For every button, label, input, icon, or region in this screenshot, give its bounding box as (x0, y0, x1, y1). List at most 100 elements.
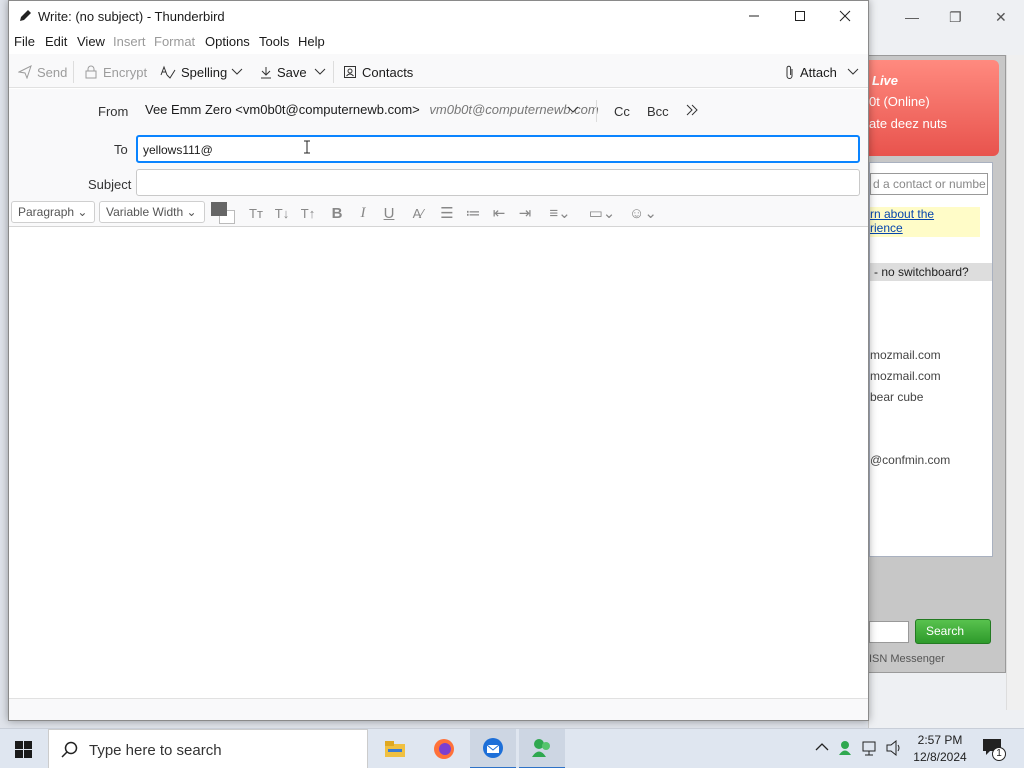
clock-date: 12/8/2024 (913, 750, 967, 764)
maximize-button[interactable] (777, 1, 823, 31)
menu-bar: File Edit View Insert Format Options Too… (9, 31, 868, 53)
title-bar: Write: (no subject) - Thunderbird (9, 1, 868, 31)
attach-button[interactable]: Attach (785, 61, 837, 83)
menu-insert[interactable]: Insert (113, 34, 146, 49)
contacts-button[interactable]: Contacts (343, 61, 413, 83)
bg-close-icon[interactable]: ✕ (995, 9, 1007, 26)
volume-icon[interactable] (886, 740, 904, 756)
menu-format[interactable]: Format (154, 34, 195, 49)
save-button[interactable]: Save (260, 61, 307, 83)
pencil-icon (18, 9, 32, 23)
font-select[interactable]: Variable Width ⌄ (99, 201, 205, 223)
outdent-icon[interactable]: ⇤ (488, 203, 510, 223)
message-body-editor[interactable] (9, 228, 868, 698)
clock-time: 2:57 PM (917, 733, 963, 747)
taskbar: Type here to search 2:57 PM 12/8/2024 1 (0, 728, 1024, 768)
messenger-window: Live 0t (Online) ate deez nuts d a conta… (868, 55, 1006, 673)
thunderbird-taskbar-icon[interactable] (470, 729, 516, 768)
taskbar-search-box[interactable]: Type here to search (48, 729, 368, 768)
window-title: Write: (no subject) - Thunderbird (38, 9, 225, 24)
to-field[interactable]: yellows111@ (136, 135, 860, 163)
send-icon (18, 65, 32, 79)
chevron-up-icon[interactable] (815, 742, 829, 752)
header-separator (596, 100, 597, 122)
file-explorer-taskbar-icon[interactable] (372, 729, 418, 768)
message-header: From Vee Emm Zero <vm0b0t@computernewb.c… (9, 89, 868, 199)
underline-icon[interactable]: U (378, 203, 400, 223)
save-dropdown[interactable] (314, 61, 326, 83)
spelling-button[interactable]: Spelling (160, 61, 227, 83)
minimize-button[interactable] (731, 1, 777, 31)
messenger-tray-icon[interactable] (838, 740, 854, 756)
menu-view[interactable]: View (77, 34, 105, 49)
chevron-down-icon (231, 68, 243, 76)
background-scrollbar[interactable] (1006, 55, 1024, 710)
contact-item[interactable]: @confmin.com (870, 453, 950, 467)
bg-minimize-icon[interactable]: — (905, 9, 919, 25)
emoji-icon[interactable]: ☺⌄ (626, 203, 660, 223)
contact-item[interactable]: bear cube (870, 390, 923, 404)
chevron-down-icon (567, 106, 579, 114)
status-bar (9, 698, 868, 720)
close-button[interactable] (822, 1, 868, 31)
messenger-search-button[interactable]: Search (915, 619, 991, 644)
address-book-icon (343, 65, 357, 79)
bold-icon[interactable]: B (326, 203, 348, 223)
italic-icon[interactable]: I (352, 203, 374, 223)
messenger-contact-list: d a contact or numbe rn about the rience … (869, 162, 993, 557)
insert-image-icon[interactable]: ▭⌄ (585, 203, 619, 223)
messenger-personal-message[interactable]: ate deez nuts (869, 116, 947, 131)
notification-center-button[interactable]: 1 (982, 738, 1006, 761)
bullet-list-icon[interactable]: ☰ (436, 203, 458, 223)
subject-field[interactable] (136, 169, 860, 196)
messenger-footer: ISN Messenger (869, 653, 945, 665)
search-icon (61, 741, 79, 759)
menu-file[interactable]: File (14, 34, 35, 49)
messenger-status[interactable]: 0t (Online) (869, 94, 930, 109)
network-icon[interactable] (862, 741, 880, 756)
align-icon[interactable]: ≡⌄ (543, 203, 577, 223)
subject-label: Subject (88, 177, 132, 192)
bcc-button[interactable]: Bcc (647, 104, 669, 119)
send-button[interactable]: Send (18, 61, 67, 83)
notification-count-badge: 1 (992, 747, 1006, 761)
text-style-icon[interactable]: A⁄ (407, 203, 429, 223)
format-toolbar: Paragraph ⌄ Variable Width ⌄ Tт T↓ T↑ B … (9, 199, 868, 227)
contact-group-header[interactable]: - no switchboard? (870, 263, 992, 281)
to-input-text: yellows111@ (143, 143, 213, 157)
paperclip-icon (785, 65, 795, 80)
bg-restore-icon[interactable]: ❐ (949, 9, 962, 26)
messenger-search-input[interactable] (869, 621, 909, 643)
menu-options[interactable]: Options (205, 34, 250, 49)
cc-button[interactable]: Cc (614, 104, 630, 119)
encrypt-button[interactable]: Encrypt (84, 61, 147, 83)
numbered-list-icon[interactable]: ≔ (462, 203, 484, 223)
start-button[interactable] (0, 729, 46, 768)
more-headers-icon[interactable] (685, 104, 699, 116)
chevron-down-icon (314, 68, 326, 76)
font-size-larger-icon[interactable]: T↑ (297, 203, 319, 223)
firefox-taskbar-icon[interactable] (421, 729, 467, 768)
toolbar-separator (333, 61, 334, 83)
font-size-smaller-icon[interactable]: T↓ (271, 203, 293, 223)
contact-item[interactable]: mozmail.com (870, 348, 941, 362)
menu-tools[interactable]: Tools (259, 34, 289, 49)
menu-help[interactable]: Help (298, 34, 325, 49)
spelling-dropdown[interactable] (231, 61, 243, 83)
menu-edit[interactable]: Edit (45, 34, 67, 49)
contact-search-input[interactable]: d a contact or numbe (870, 173, 988, 195)
contact-item[interactable]: mozmail.com (870, 369, 941, 383)
text-cursor-icon (304, 140, 310, 154)
clock[interactable]: 2:57 PM 12/8/2024 (910, 732, 970, 766)
info-link[interactable]: rn about the rience (870, 207, 980, 237)
text-color-picker[interactable] (211, 202, 237, 224)
paragraph-format-select[interactable]: Paragraph ⌄ (11, 201, 95, 223)
from-selector[interactable]: Vee Emm Zero <vm0b0t@computernewb.com> v… (145, 102, 599, 122)
messenger-taskbar-icon[interactable] (519, 729, 565, 768)
text-color-swatch (211, 202, 227, 216)
windows-logo-icon (14, 740, 32, 758)
indent-icon[interactable]: ⇥ (514, 203, 536, 223)
font-size-reduce-icon[interactable]: Tт (245, 203, 267, 223)
attach-dropdown[interactable] (847, 61, 859, 83)
to-label: To (114, 142, 128, 157)
